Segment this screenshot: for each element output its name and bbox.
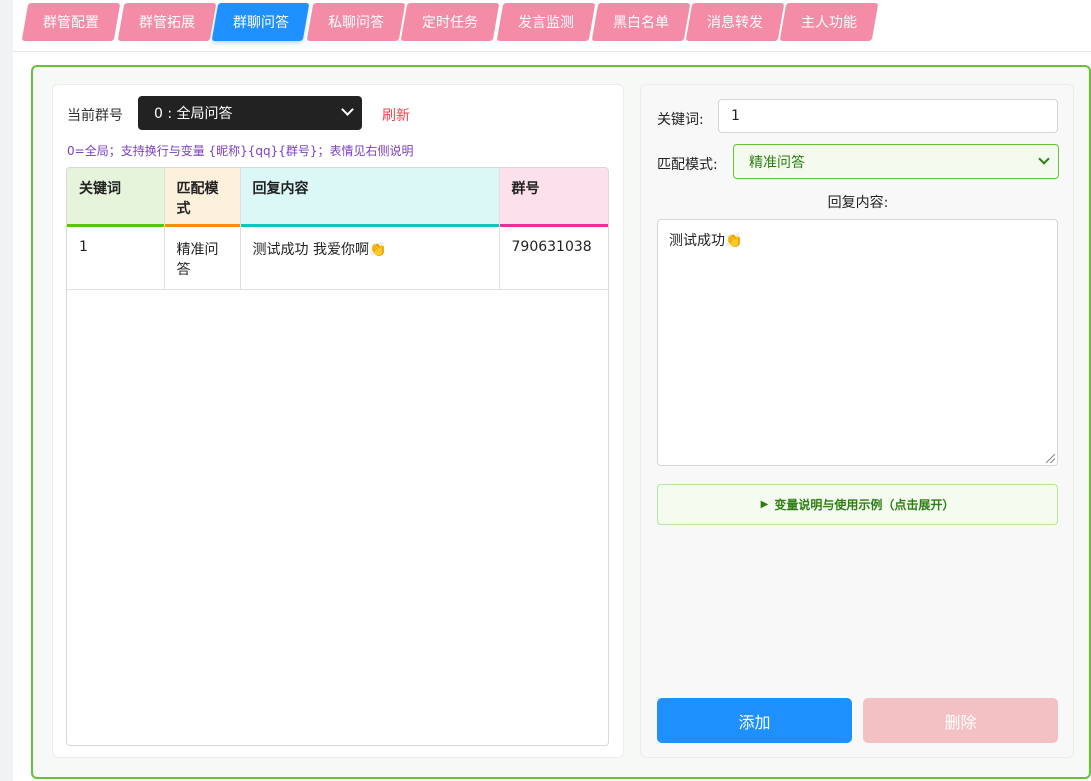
tab-label: 主人功能 xyxy=(801,15,857,31)
tab-black-white-list[interactable]: 黑白名单 xyxy=(591,3,691,41)
variable-help-expander[interactable]: ▶ 变量说明与使用示例（点击展开） xyxy=(657,484,1058,525)
group-label: 当前群号 xyxy=(67,108,123,124)
tab-label: 群管拓展 xyxy=(139,15,195,31)
column-header-label: 匹配模式 xyxy=(176,181,219,217)
column-header-keyword: 关键词 xyxy=(67,168,165,227)
triangle-right-icon: ▶ xyxy=(760,499,769,510)
group-select-value: 0 : 全局问答 xyxy=(154,106,233,122)
reply-label: 回复内容: xyxy=(827,195,889,211)
match-mode-label: 匹配模式: xyxy=(657,157,718,173)
tab-label: 群管配置 xyxy=(43,15,99,31)
tab-group-qa[interactable]: 群聊问答 xyxy=(211,3,310,41)
keyword-label: 关键词: xyxy=(657,112,704,128)
tab-private-qa[interactable]: 私聊问答 xyxy=(306,3,406,41)
column-header-reply: 回复内容 xyxy=(240,168,500,227)
main-frame: 当前群号 0 : 全局问答 刷新 0=全局；支持换行与变量 {昵称}{qq}{群… xyxy=(31,65,1091,779)
reply-textarea[interactable]: 测试成功👏 xyxy=(657,219,1058,466)
refresh-link[interactable]: 刷新 xyxy=(382,105,410,125)
cell-reply: 测试成功 我爱你啊👏 xyxy=(240,227,500,290)
qa-table: 关键词 匹配模式 回复内容 群号 1 精准问答 测试成功 我爱你啊👏 79063… xyxy=(66,167,609,746)
column-header-match-mode: 匹配模式 xyxy=(164,168,241,227)
cell-match-mode: 精准问答 xyxy=(164,227,241,290)
delete-button[interactable]: 删除 xyxy=(863,698,1058,743)
tab-message-forward[interactable]: 消息转发 xyxy=(685,3,785,41)
tab-label: 发言监测 xyxy=(518,15,574,31)
table-row[interactable]: 1 精准问答 测试成功 我爱你啊👏 790631038 xyxy=(67,227,608,290)
tab-label: 私聊问答 xyxy=(328,15,384,31)
tab-label: 消息转发 xyxy=(707,15,763,31)
match-mode-select[interactable]: 精准问答 xyxy=(733,144,1059,179)
cell-group: 790631038 xyxy=(499,227,608,290)
column-header-group: 群号 xyxy=(499,168,608,227)
tab-scheduled-tasks[interactable]: 定时任务 xyxy=(400,3,500,41)
match-mode-value: 精准问答 xyxy=(749,154,805,171)
column-header-label: 群号 xyxy=(511,181,540,197)
tab-speech-monitor[interactable]: 发言监测 xyxy=(496,3,596,41)
cell-keyword: 1 xyxy=(67,227,165,290)
variable-hint: 0=全局；支持换行与变量 {昵称}{qq}{群号}；表情见右侧说明 xyxy=(67,144,414,158)
tab-owner-functions[interactable]: 主人功能 xyxy=(779,3,879,41)
tab-group-extension[interactable]: 群管拓展 xyxy=(117,3,217,41)
chevron-down-icon xyxy=(1038,153,1050,165)
page: 群管配置 群管拓展 群聊问答 私聊问答 定时任务 发言监测 黑白名单 消息转发 … xyxy=(13,0,1091,781)
tab-label: 定时任务 xyxy=(422,15,478,31)
expander-label: 变量说明与使用示例（点击展开） xyxy=(774,498,955,512)
chevron-down-icon xyxy=(341,103,354,116)
resize-grip-icon[interactable] xyxy=(1046,454,1055,463)
tab-bar: 群管配置 群管拓展 群聊问答 私聊问答 定时任务 发言监测 黑白名单 消息转发 … xyxy=(13,0,1091,52)
keyword-input[interactable] xyxy=(718,99,1058,133)
column-header-label: 关键词 xyxy=(79,181,121,197)
qa-edit-panel: 关键词: 匹配模式: 精准问答 回复内容: 测试成功👏 ▶ 变量说明与使用示例（… xyxy=(640,84,1074,758)
group-select[interactable]: 0 : 全局问答 xyxy=(138,96,362,130)
add-button[interactable]: 添加 xyxy=(657,698,852,743)
column-header-label: 回复内容 xyxy=(252,181,309,197)
tab-label: 群聊问答 xyxy=(232,15,289,31)
tab-label: 黑白名单 xyxy=(613,15,669,31)
tab-group-config[interactable]: 群管配置 xyxy=(21,3,121,41)
qa-list-panel: 当前群号 0 : 全局问答 刷新 0=全局；支持换行与变量 {昵称}{qq}{群… xyxy=(52,84,624,758)
